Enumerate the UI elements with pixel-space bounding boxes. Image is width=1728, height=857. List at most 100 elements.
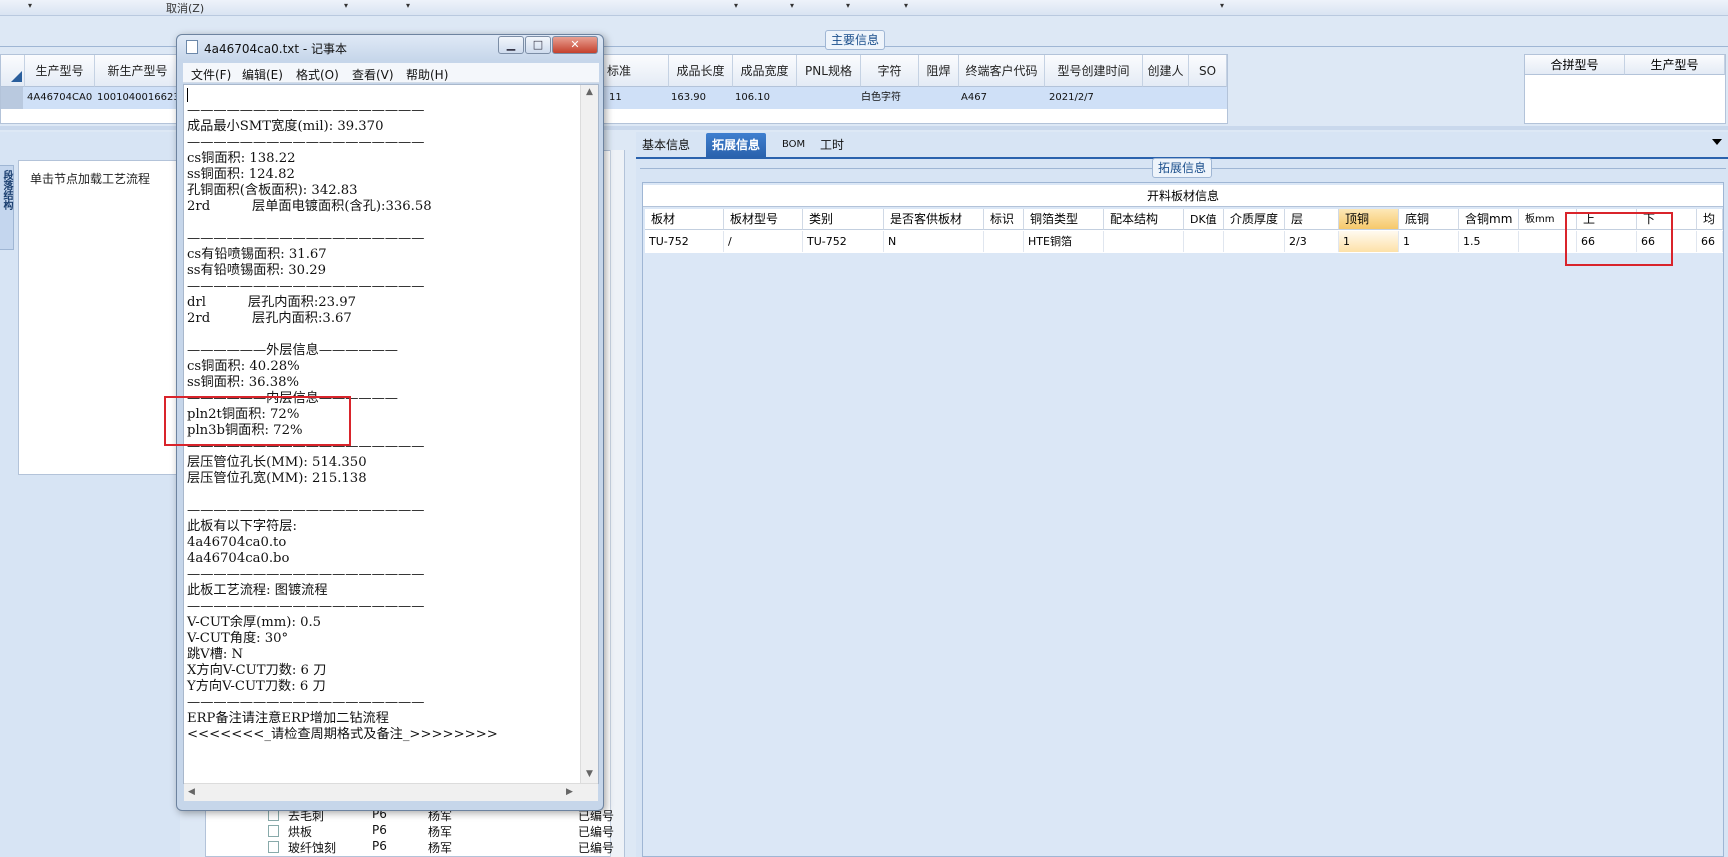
collapse-icon[interactable] — [1712, 139, 1722, 145]
column-header[interactable]: 终端客户代码 — [959, 55, 1045, 87]
tab-expansion-info[interactable]: 拓展信息 — [706, 133, 767, 157]
chevron-down-icon[interactable]: ▾ — [904, 1, 908, 10]
text-caret — [187, 88, 188, 102]
column-header[interactable]: 含铜mm — [1459, 209, 1519, 230]
cell-pnl[interactable] — [797, 87, 859, 109]
column-header[interactable]: 型号创建时间 — [1045, 55, 1143, 87]
column-header[interactable]: 介质厚度 — [1224, 209, 1285, 230]
column-header[interactable]: 顶铜 — [1339, 209, 1399, 230]
tree-node-icon — [268, 841, 279, 853]
tab-basic-info[interactable]: 基本信息 — [636, 133, 696, 157]
column-header[interactable]: 成品长度 — [669, 55, 733, 87]
scroll-left-icon[interactable]: ◀ — [188, 787, 195, 797]
cell-prod-model[interactable]: 4A46704CA0 — [23, 87, 95, 109]
grid-cell[interactable] — [1104, 231, 1184, 252]
column-header[interactable]: 底铜 — [1399, 209, 1459, 230]
column-header[interactable]: 字符 — [861, 55, 919, 87]
grid-cell[interactable]: TU-752 — [803, 231, 884, 252]
cell-creator[interactable] — [1143, 87, 1189, 109]
column-header[interactable]: 阻焊 — [919, 55, 959, 87]
tree-item-name[interactable]: 玻纤蚀刻 — [288, 839, 336, 856]
column-header[interactable]: 标准 — [601, 55, 669, 87]
column-header[interactable]: 标识 — [984, 209, 1024, 230]
menu-view[interactable]: 查看(V) — [352, 66, 394, 83]
column-header[interactable]: 层 — [1285, 209, 1339, 230]
column-header[interactable]: 新生产型号 — [95, 55, 181, 87]
cell-char[interactable]: 白色字符 — [857, 87, 921, 109]
cell-standard[interactable]: 11 — [605, 87, 665, 109]
tree-scrollbar[interactable] — [610, 150, 624, 857]
scroll-down-icon[interactable]: ▼ — [586, 769, 593, 779]
text-line: 层压管位孔宽(MM): 215.138 — [187, 471, 367, 486]
column-header[interactable]: 类别 — [803, 209, 884, 230]
grid-cell[interactable]: TU-752 — [645, 231, 724, 252]
column-header[interactable]: 生产型号 — [25, 55, 95, 87]
menu-format[interactable]: 格式(O) — [296, 66, 339, 83]
menu-file[interactable]: 文件(F) — [191, 66, 231, 83]
column-header[interactable]: 合拼型号 — [1525, 55, 1625, 75]
column-header[interactable]: 是否客供板材 — [884, 209, 984, 230]
cancel-menu[interactable]: 取消(Z) — [166, 0, 204, 16]
vertical-scrollbar[interactable]: ▲ ▼ — [580, 85, 598, 783]
scroll-right-icon[interactable]: ▶ — [566, 787, 573, 797]
column-header[interactable]: 配本结构 — [1104, 209, 1184, 230]
column-header[interactable]: SO — [1189, 55, 1227, 87]
grid-cell[interactable]: 2/3 — [1285, 231, 1339, 252]
cell-length[interactable]: 163.90 — [667, 87, 731, 109]
text-line: 成品最小SMT宽度(mil): 39.370 — [187, 119, 384, 134]
vertical-tab[interactable]: 段落结构 — [0, 165, 14, 250]
scroll-up-icon[interactable]: ▲ — [586, 87, 593, 97]
minimize-button[interactable]: ▁ — [498, 36, 524, 54]
column-header[interactable]: 均 — [1697, 209, 1723, 230]
vertical-tab-label: 段落结构 — [1, 170, 12, 210]
merge-grid[interactable]: 合拼型号 生产型号 — [1524, 54, 1726, 124]
tab-work-hours[interactable]: 工时 — [814, 133, 850, 157]
grid-cell[interactable]: / — [724, 231, 803, 252]
chevron-down-icon[interactable]: ▾ — [734, 1, 738, 10]
tree-item-name[interactable]: 烘板 — [288, 823, 312, 840]
menu-help[interactable]: 帮助(H) — [406, 66, 448, 83]
text-line: —————————————————— — [187, 103, 425, 118]
cell-customer[interactable]: A467 — [957, 87, 1043, 109]
text-line: ——————外层信息—————— — [187, 343, 398, 358]
grid-cell[interactable]: 66 — [1697, 231, 1723, 252]
horizontal-scrollbar[interactable]: ◀ ▶ — [184, 783, 598, 801]
chevron-down-icon[interactable]: ▾ — [790, 1, 794, 10]
cell-mask[interactable] — [919, 87, 959, 109]
grid-cell[interactable]: 1 — [1399, 231, 1459, 252]
column-header[interactable]: 板材型号 — [724, 209, 803, 230]
column-header[interactable]: 生产型号 — [1625, 55, 1725, 75]
column-header[interactable]: 创建人 — [1143, 55, 1189, 87]
grid-cell[interactable]: 1.5 — [1459, 231, 1519, 252]
grid-cell[interactable] — [1184, 231, 1224, 252]
material-grid[interactable]: 板材 板材型号 类别 是否客供板材 标识 铜箔类型 配本结构 DK值 介质厚度 … — [645, 209, 1723, 253]
menu-edit[interactable]: 编辑(E) — [242, 66, 283, 83]
close-button[interactable]: ✕ — [552, 36, 598, 54]
column-header[interactable]: 板材 — [645, 209, 724, 230]
text-line: 4a46704ca0.bo — [187, 551, 290, 566]
highlight-box — [164, 396, 351, 446]
text-line — [187, 487, 579, 503]
grid-cell[interactable] — [984, 231, 1024, 252]
column-header[interactable]: PNL规格 — [797, 55, 861, 87]
cell-created[interactable]: 2021/2/7 — [1045, 87, 1143, 109]
chevron-down-icon[interactable]: ▾ — [846, 1, 850, 10]
grid-cell[interactable]: HTE铜箔 — [1024, 231, 1104, 252]
grid-cell[interactable]: N — [884, 231, 984, 252]
grid-cell[interactable] — [1224, 231, 1285, 252]
column-header[interactable]: DK值 — [1184, 209, 1224, 230]
tab-bom[interactable]: BOM — [776, 133, 811, 157]
chevron-down-icon[interactable]: ▾ — [28, 1, 32, 10]
chevron-down-icon[interactable]: ▾ — [406, 1, 410, 10]
text-line — [187, 215, 579, 231]
column-header[interactable]: 成品宽度 — [733, 55, 797, 87]
cell-width[interactable]: 106.10 — [731, 87, 795, 109]
chevron-down-icon[interactable]: ▾ — [1220, 1, 1224, 10]
text-line: <<<<<<<_请检查周期格式及备注_>>>>>>>> — [187, 727, 498, 742]
column-header[interactable]: 铜箔类型 — [1024, 209, 1104, 230]
chevron-down-icon[interactable]: ▾ — [344, 1, 348, 10]
grid-cell[interactable]: 1 — [1339, 231, 1399, 252]
cell-new-prod-model[interactable]: 10010400166236 — [93, 87, 181, 109]
cell-so[interactable] — [1189, 87, 1225, 109]
maximize-button[interactable]: □ — [525, 36, 551, 54]
